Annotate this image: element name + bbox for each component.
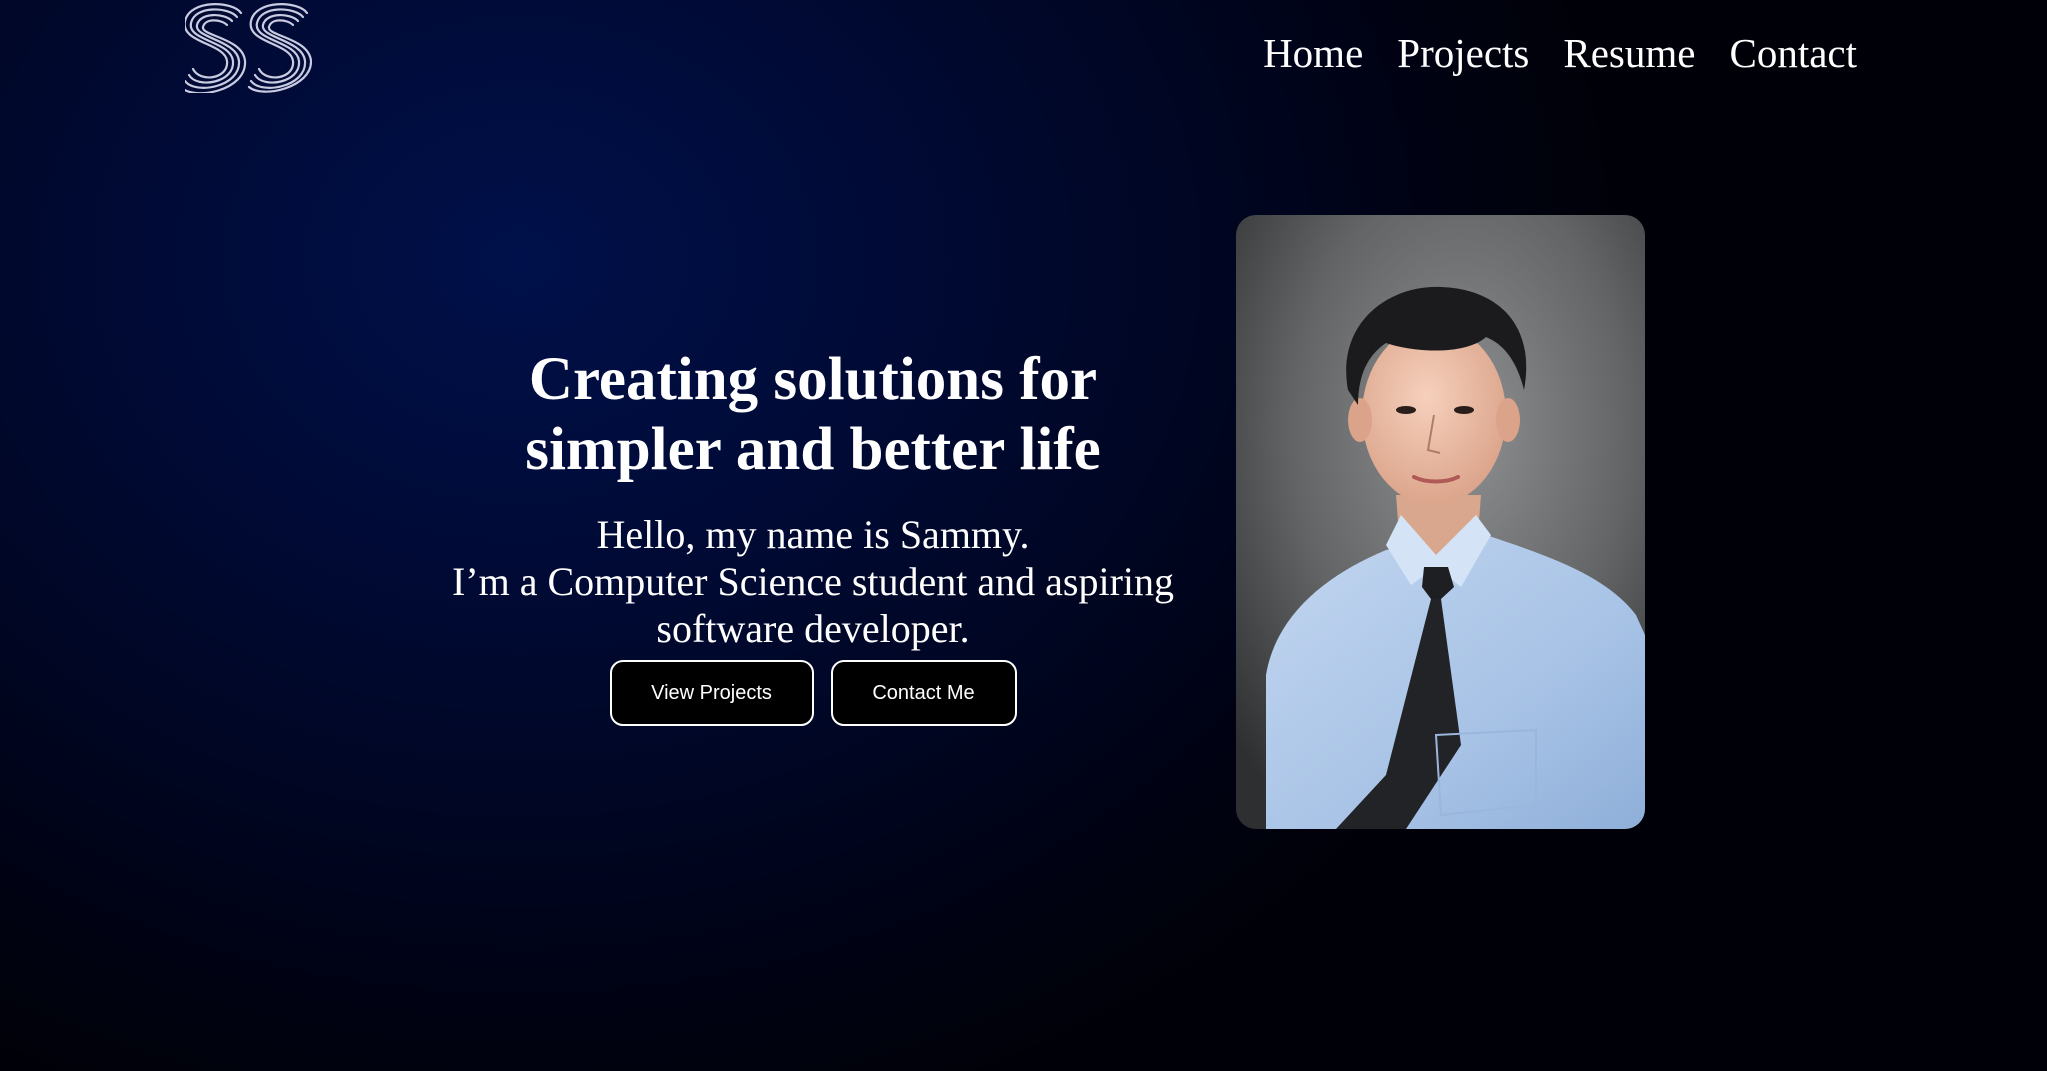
view-projects-button[interactable]: View Projects (609, 660, 814, 726)
main-nav: Home Projects Resume Contact (1263, 28, 1857, 78)
nav-resume-link[interactable]: Resume (1563, 28, 1695, 78)
hero-headline-line-1: Creating solutions for (528, 346, 1098, 413)
hero-section: Creating solutions for simpler and bette… (440, 345, 1186, 726)
hero-intro-line-2: I’m a Computer Science student and aspir… (451, 559, 1175, 604)
nav-projects-link[interactable]: Projects (1397, 28, 1529, 78)
contact-me-button[interactable]: Contact Me (830, 660, 1017, 726)
hero-intro-line-3: software developer. (656, 606, 970, 651)
hero-buttons: View Projects Contact Me (440, 660, 1186, 726)
hero-intro-line-1: Hello, my name is Sammy. (596, 512, 1030, 557)
hero-intro: Hello, my name is Sammy. I’m a Computer … (440, 511, 1186, 652)
nav-contact-link[interactable]: Contact (1729, 28, 1857, 78)
portrait-photo (1236, 215, 1645, 829)
ss-monogram-logo-icon (179, 3, 313, 95)
nav-home-link[interactable]: Home (1263, 28, 1363, 78)
hero-headline-line-2: simpler and better life (525, 416, 1101, 483)
hero-headline: Creating solutions for simpler and bette… (440, 345, 1186, 485)
logo[interactable] (179, 3, 313, 95)
